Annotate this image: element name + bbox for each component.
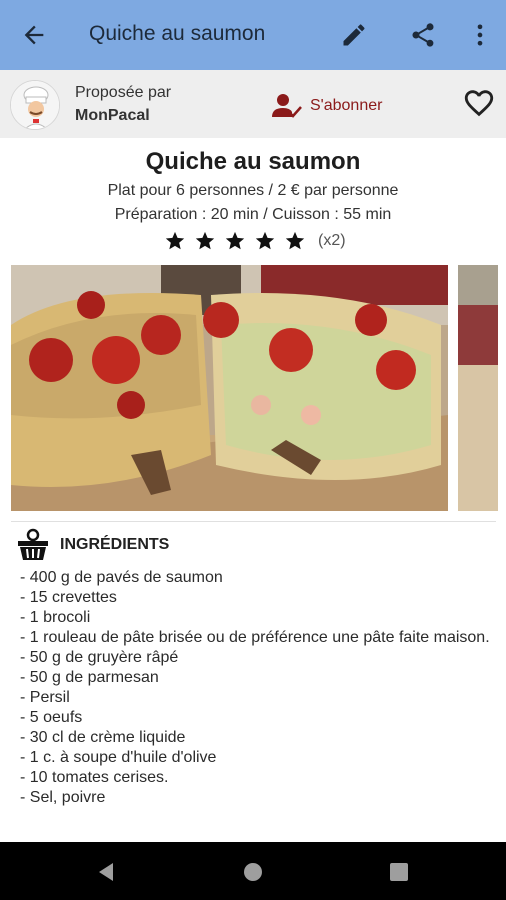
ingredient-item: - 50 g de gruyère râpé xyxy=(20,649,179,666)
author-row: Proposée par MonPacal S'abonner xyxy=(0,70,506,138)
share-icon[interactable] xyxy=(409,21,437,49)
ingredient-item: - 50 g de parmesan xyxy=(20,669,159,686)
ingredient-item: - 1 c. à soupe d'huile d'olive xyxy=(20,749,217,766)
ingredient-item: - 1 rouleau de pâte brisée ou de préfére… xyxy=(20,629,490,646)
nav-back-icon[interactable] xyxy=(95,861,117,883)
proposed-by-label: Proposée par xyxy=(75,84,172,101)
recipe-photo-next[interactable] xyxy=(458,265,498,511)
recipe-title: Quiche au saumon xyxy=(145,148,361,175)
star-icon xyxy=(225,231,245,250)
ingredients-heading: INGRÉDIENTS xyxy=(16,528,169,562)
ingredient-item: - 15 crevettes xyxy=(20,589,117,606)
section-divider xyxy=(11,521,496,522)
recipe-photo-main[interactable] xyxy=(11,265,448,511)
system-nav-bar xyxy=(0,842,506,900)
author-name[interactable]: MonPacal xyxy=(75,107,150,125)
person-check-icon xyxy=(272,94,302,118)
app-bar: Quiche au saumon xyxy=(0,0,506,70)
subscribe-button[interactable]: S'abonner xyxy=(272,92,382,120)
favorite-heart-icon[interactable] xyxy=(462,86,496,120)
rating-votes: (x2) xyxy=(318,232,346,249)
ingredient-item: - 5 oeufs xyxy=(20,709,83,726)
author-avatar[interactable] xyxy=(10,80,60,130)
star-icon xyxy=(285,231,305,250)
nav-home-icon[interactable] xyxy=(242,861,264,883)
more-vert-icon[interactable] xyxy=(466,21,494,49)
recipe-timing: Préparation : 20 min / Cuisson : 55 min xyxy=(114,206,392,223)
edit-icon[interactable] xyxy=(340,21,368,49)
arrow-back-icon[interactable] xyxy=(20,21,48,49)
ingredient-item: - 1 brocoli xyxy=(20,609,91,626)
ingredient-item: - 30 cl de crème liquide xyxy=(20,729,186,746)
chef-avatar-icon xyxy=(11,81,59,129)
star-icon xyxy=(195,231,215,250)
recipe-servings: Plat pour 6 personnes / 2 € par personne xyxy=(107,182,399,199)
subscribe-label: S'abonner xyxy=(310,97,383,114)
ingredient-item: - 10 tomates cerises. xyxy=(20,769,169,786)
basket-icon xyxy=(18,528,48,560)
ingredients-list: - 400 g de pavés de saumon - 15 crevette… xyxy=(20,568,490,808)
ingredient-item: - 400 g de pavés de saumon xyxy=(20,569,223,586)
star-icon xyxy=(165,231,185,250)
ingredients-heading-label: INGRÉDIENTS xyxy=(60,536,170,553)
ingredient-item: - Persil xyxy=(20,689,70,706)
star-icon xyxy=(255,231,275,250)
page-title: Quiche au saumon xyxy=(89,22,266,45)
rating-stars: (x2) xyxy=(164,230,346,252)
ingredient-item: - Sel, poivre xyxy=(20,789,106,806)
nav-recents-icon[interactable] xyxy=(388,861,410,883)
